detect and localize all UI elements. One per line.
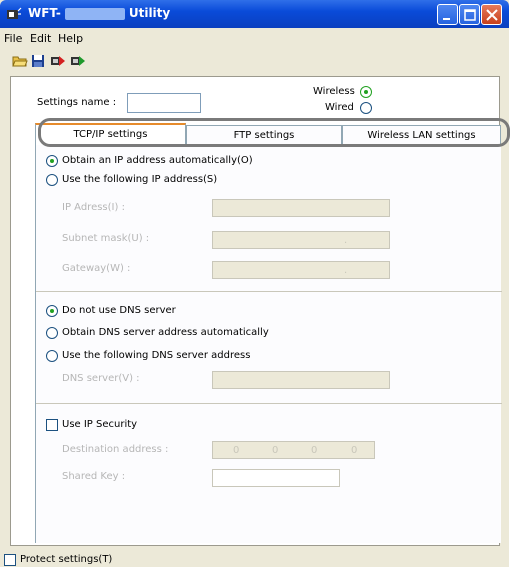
destination-octet-4: 0 (351, 445, 358, 456)
menu-edit[interactable]: Edit (30, 32, 51, 45)
ip-manual-label: Use the following IP address(S) (62, 174, 218, 185)
settings-name-input[interactable] (127, 93, 201, 113)
dns-server-field[interactable] (212, 371, 390, 389)
menu-bar: File Edit Help (0, 30, 509, 48)
minimize-icon (443, 18, 450, 20)
wired-label: Wired (325, 102, 354, 113)
destination-address-field[interactable]: 0 0 0 0 (212, 441, 375, 459)
window-title-suffix: Utility (128, 6, 171, 20)
subnet-mask-field[interactable]: . (212, 231, 390, 249)
destination-octet-2: 0 (272, 445, 279, 456)
protect-settings-label: Protect settings(T) (20, 554, 113, 565)
dns-auto-label: Obtain DNS server address automatically (62, 327, 269, 338)
divider-dns-security (36, 403, 502, 404)
dns-none-radio[interactable] (46, 305, 58, 317)
ip-auto-label: Obtain an IP address automatically(O) (62, 155, 253, 166)
gateway-dot: . (344, 265, 348, 276)
close-icon (486, 9, 498, 21)
wired-radio[interactable] (360, 102, 372, 114)
protect-settings-checkbox[interactable] (4, 554, 16, 566)
send-green-icon[interactable] (70, 53, 86, 69)
dns-auto-radio[interactable] (46, 327, 58, 339)
dns-none-label: Do not use DNS server (62, 305, 176, 316)
divider-ip-dns (36, 291, 502, 292)
gateway-label: Gateway(W) : (62, 263, 131, 274)
tab-highlight-outline (38, 118, 510, 147)
ip-address-field[interactable] (212, 199, 390, 217)
ip-address-label: IP Adress(I) : (62, 202, 125, 213)
send-red-icon[interactable] (50, 53, 66, 69)
dns-server-label: DNS server(V) : (62, 373, 140, 384)
destination-octet-1: 0 (233, 445, 240, 456)
shared-key-field[interactable] (212, 469, 340, 487)
app-icon (7, 7, 22, 19)
menu-help[interactable]: Help (58, 32, 83, 45)
window-title-prefix: WFT- (28, 6, 61, 20)
ip-security-checkbox[interactable] (46, 419, 58, 431)
minimize-button[interactable] (437, 4, 458, 25)
maximize-button[interactable] (459, 4, 480, 25)
open-folder-icon[interactable] (12, 53, 28, 69)
settings-panel: Settings name : Wireless Wired TCP/IP se… (10, 76, 510, 546)
gateway-field[interactable]: . (212, 261, 390, 279)
wireless-radio[interactable] (360, 86, 372, 98)
title-bar[interactable]: WFT- Utility (0, 0, 509, 28)
destination-octet-3: 0 (311, 445, 318, 456)
redacted-title-block (64, 7, 125, 20)
wireless-label: Wireless (313, 86, 355, 97)
menu-file[interactable]: File (4, 32, 22, 45)
close-button[interactable] (481, 4, 502, 25)
toolbar (0, 50, 509, 72)
ip-manual-radio[interactable] (46, 174, 58, 186)
shared-key-label: Shared Key : (62, 471, 126, 482)
subnet-dot: . (344, 235, 348, 246)
subnet-mask-label: Subnet mask(U) : (62, 233, 150, 244)
destination-address-label: Destination address : (62, 444, 169, 455)
ip-security-label: Use IP Security (62, 419, 138, 430)
dns-manual-label: Use the following DNS server address (62, 350, 251, 361)
dns-manual-radio[interactable] (46, 350, 58, 362)
tcpip-tab-panel: Obtain an IP address automatically(O) Us… (35, 145, 502, 543)
app-window: WFT- Utility File Edit Help Settings nam… (0, 0, 510, 567)
save-icon[interactable] (30, 53, 46, 69)
settings-name-label: Settings name : (37, 97, 117, 108)
ip-auto-radio[interactable] (46, 155, 58, 167)
window-title: WFT- Utility (28, 6, 170, 20)
maximize-icon (464, 9, 476, 21)
